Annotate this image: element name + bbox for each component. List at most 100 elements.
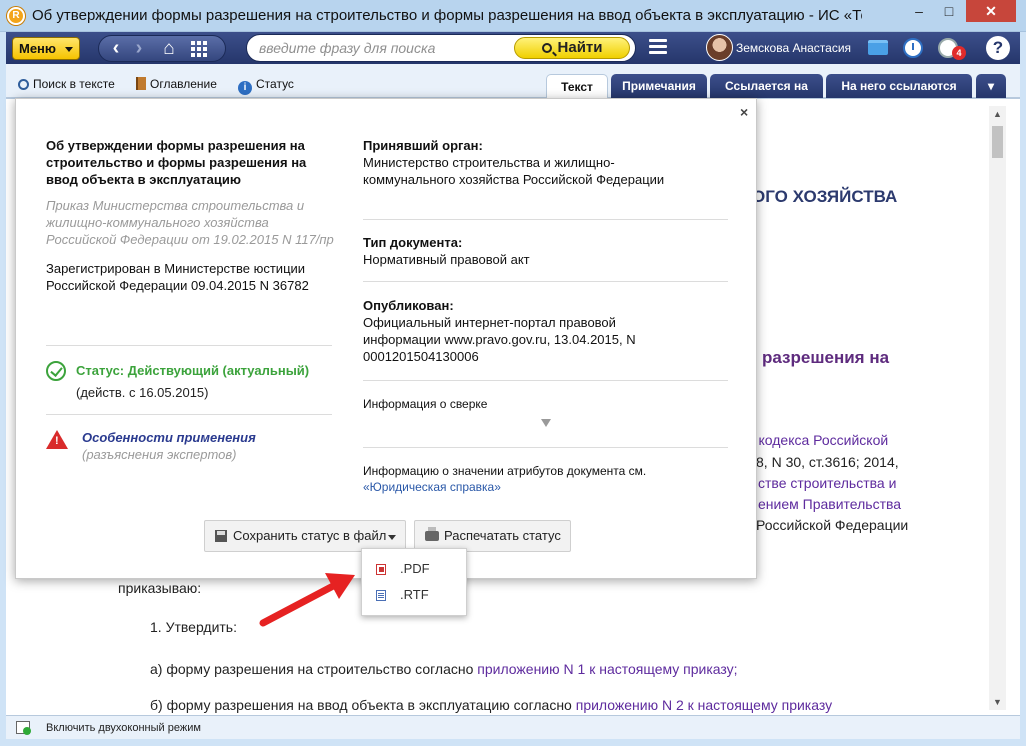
doc-prikazyvayu: приказываю: — [118, 580, 202, 596]
app-icon: R — [7, 7, 25, 25]
print-status-label: Распечатать статус — [444, 528, 561, 543]
search-icon — [18, 79, 29, 90]
hamburger-icon[interactable] — [649, 39, 667, 55]
issuer-value: Министерство строительства и жилищно-ком… — [363, 155, 665, 187]
tabs-more-button[interactable]: ▾ — [976, 74, 1006, 98]
reconciliation-block[interactable]: Информация о сверке — [363, 396, 733, 413]
printer-icon — [425, 527, 439, 541]
document-title: Об утверждении формы разрешения на строи… — [46, 138, 307, 187]
back-arrow-icon[interactable]: ‹ — [105, 38, 127, 60]
search-box: Найти — [246, 34, 636, 62]
dropdown-item-pdf[interactable]: .PDF — [372, 559, 462, 579]
doc-item-a-link[interactable]: приложению N 1 к настоящему приказу; — [477, 661, 737, 677]
document-subtitle: Приказ Министерства строительства и жили… — [46, 198, 334, 247]
tab-notes[interactable]: Примечания — [611, 74, 707, 98]
grid-icon[interactable] — [191, 41, 209, 57]
pdf-label: .PDF — [400, 561, 430, 576]
folder-icon[interactable] — [868, 40, 888, 55]
doctype-block: Тип документа: Нормативный правовой акт — [363, 234, 733, 268]
divider — [363, 380, 728, 381]
features-subtitle: (разъяснения экспертов) — [82, 447, 237, 462]
search-in-text-link[interactable]: Поиск в тексте — [18, 77, 115, 91]
published-label: Опубликован: — [363, 298, 454, 313]
popup-close-icon[interactable]: × — [740, 104, 748, 120]
clock-icon[interactable] — [903, 38, 923, 58]
divider — [46, 414, 332, 415]
status-popup: × Об утверждении формы разрешения на стр… — [15, 98, 757, 579]
status-link[interactable]: i Статус — [238, 77, 294, 95]
doc-heading-purple: разрешения на — [762, 348, 890, 367]
search-input[interactable] — [259, 39, 509, 57]
search-in-text-label: Поиск в тексте — [33, 77, 115, 91]
attributes-block: Информацию о значении атрибутов документ… — [363, 463, 733, 494]
save-status-label: Сохранить статус в файл — [233, 528, 387, 543]
status-date: (действ. с 16.05.2015) — [76, 385, 209, 400]
search-button[interactable]: Найти — [514, 37, 630, 59]
popup-left-column: Об утверждении формы разрешения на строи… — [46, 137, 336, 294]
table-of-contents-link[interactable]: Оглавление — [136, 77, 217, 91]
doc-para-line[interactable]: ением Правительства — [758, 496, 901, 512]
tab-referenced-by[interactable]: На него ссылаются — [826, 74, 972, 98]
doc-item-b: б) форму разрешения на ввод объекта в эк… — [150, 697, 832, 713]
reconciliation-label[interactable]: Информация о сверке — [363, 396, 733, 413]
doc-para-line[interactable]: го кодекса Российской — [742, 432, 888, 448]
divider — [363, 281, 728, 282]
chevron-down-icon — [388, 535, 396, 540]
help-icon[interactable]: ? — [986, 36, 1010, 60]
doc-item-1: 1. Утвердить: — [150, 619, 237, 635]
tab-references-to[interactable]: Ссылается на — [710, 74, 823, 98]
divider — [363, 219, 728, 220]
status-label: Статус: Действующий (актуальный) — [76, 363, 310, 378]
avatar[interactable] — [706, 34, 733, 61]
features-link[interactable]: Особенности применения — [82, 430, 256, 445]
status-link-label: Статус — [256, 77, 294, 91]
doctype-value: Нормативный правовой акт — [363, 252, 530, 267]
scroll-thumb[interactable] — [992, 126, 1003, 158]
forward-arrow-icon[interactable]: › — [129, 38, 149, 60]
tab-text[interactable]: Текст — [546, 74, 608, 98]
menu-button[interactable]: Меню — [12, 37, 80, 60]
minimize-button[interactable]: – — [905, 0, 933, 22]
window-title: Об утверждении формы разрешения на строи… — [32, 7, 862, 24]
expand-down-icon[interactable] — [541, 419, 551, 427]
annotation-arrow-icon — [259, 573, 355, 627]
close-window-button[interactable]: ✕ — [966, 0, 1016, 22]
menu-label: Меню — [19, 41, 57, 56]
doctype-label: Тип документа: — [363, 235, 463, 250]
issuer-label: Принявший орган: — [363, 138, 483, 153]
vertical-scrollbar[interactable]: ▲ ▼ — [989, 106, 1006, 710]
pdf-icon — [376, 564, 386, 575]
doc-item-b-link[interactable]: приложению N 2 к настоящему приказу — [576, 697, 832, 713]
scroll-down-button[interactable]: ▼ — [989, 694, 1006, 710]
user-name[interactable]: Земскова Анастасия — [736, 41, 851, 55]
dual-window-toggle[interactable]: Включить двухоконный режим — [46, 722, 201, 734]
navigation-group: ‹ › ⌂ — [98, 35, 226, 62]
search-button-label: Найти — [557, 39, 603, 56]
doc-item-a: а) форму разрешения на строительство сог… — [150, 661, 738, 677]
table-of-contents-label: Оглавление — [150, 77, 217, 91]
save-icon — [215, 530, 227, 542]
dropdown-item-rtf[interactable]: .RTF — [372, 585, 462, 605]
attributes-info: Информацию о значении атрибутов документ… — [363, 464, 647, 478]
info-icon: i — [238, 81, 252, 95]
registration-info: Зарегистрирован в Министерстве юстиции Р… — [46, 261, 309, 293]
rtf-icon — [376, 590, 386, 601]
doc-para-line[interactable]: стве строительства и — [758, 475, 896, 491]
rtf-label: .RTF — [400, 587, 429, 602]
scroll-up-button[interactable]: ▲ — [989, 106, 1006, 122]
divider — [46, 345, 332, 346]
dual-window-icon[interactable] — [16, 721, 31, 735]
home-icon[interactable]: ⌂ — [157, 39, 181, 59]
legal-reference-link[interactable]: «Юридическая справка» — [363, 480, 733, 494]
published-block: Опубликован: Официальный интернет-портал… — [363, 297, 733, 365]
divider — [363, 447, 728, 448]
menu-caret-icon — [65, 47, 73, 52]
notification-badge: 4 — [952, 46, 966, 60]
doc-para-line: 8, N 30, ст.3616; 2014, — [756, 454, 899, 470]
maximize-button[interactable]: □ — [935, 0, 963, 22]
search-icon — [541, 43, 552, 53]
status-bar: Включить двухоконный режим — [6, 715, 1020, 739]
issuer-block: Принявший орган: Министерство строительс… — [363, 137, 733, 188]
published-value: Официальный интернет-портал правовой инф… — [363, 315, 636, 364]
main-toolbar: Меню ‹ › ⌂ Найти Земскова Анастасия 4 ? — [6, 32, 1020, 64]
